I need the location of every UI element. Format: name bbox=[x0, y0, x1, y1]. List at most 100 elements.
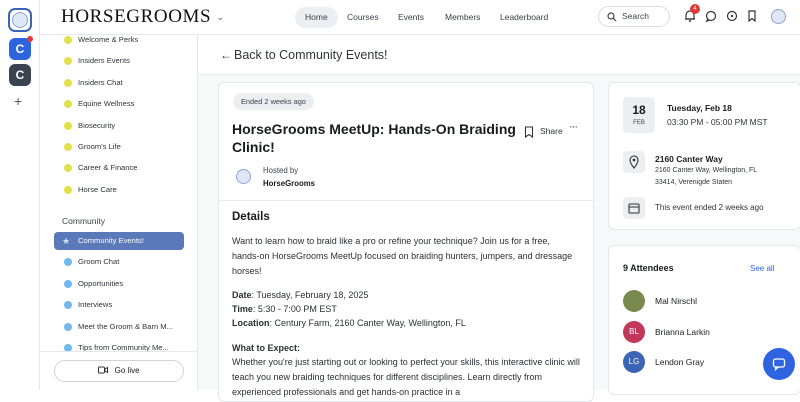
date-day: 18 bbox=[632, 103, 646, 117]
channel-dot-icon bbox=[64, 301, 72, 310]
date-label: Date bbox=[232, 290, 252, 300]
date-block: 18 FEB bbox=[623, 97, 655, 133]
channel-dot-icon bbox=[64, 322, 72, 331]
expect-heading: What to Expect: bbox=[232, 343, 301, 353]
search-icon bbox=[607, 12, 617, 22]
see-all-link[interactable]: See all bbox=[750, 264, 774, 273]
bookmark-icon bbox=[524, 126, 534, 139]
sidebar-item-label: Groom Chat bbox=[78, 257, 120, 267]
brand-logo[interactable]: HORSEGROOMS ⌄ bbox=[61, 6, 225, 28]
brand-name: HORSEGROOMS bbox=[61, 6, 212, 27]
sidebar-item[interactable]: Insiders Chat bbox=[54, 74, 184, 92]
time-label: Time bbox=[232, 304, 253, 314]
location-value: : Century Farm, 2160 Canter Way, Welling… bbox=[269, 318, 466, 328]
event-date-text: Tuesday, Feb 18 bbox=[667, 103, 732, 113]
map-pin-icon bbox=[629, 155, 639, 169]
messages-icon[interactable] bbox=[725, 9, 739, 23]
back-bar: ← Back to Community Events! bbox=[198, 35, 800, 75]
attendee-avatar[interactable]: LG bbox=[623, 351, 645, 373]
bookmark-button[interactable] bbox=[524, 125, 534, 143]
star-icon: ★ bbox=[62, 236, 71, 246]
notification-badge: 4 bbox=[690, 4, 700, 14]
sidebar-item[interactable]: Career & Finance bbox=[54, 159, 184, 177]
more-options-icon[interactable]: ··· bbox=[569, 121, 578, 133]
attendee-name[interactable]: Mal Nirschl bbox=[655, 296, 697, 306]
channel-dot-icon bbox=[64, 185, 72, 194]
sidebar-item[interactable]: Tips from Community Me... bbox=[54, 339, 184, 357]
chat-launcher-button[interactable] bbox=[763, 348, 795, 380]
community-letter: C bbox=[15, 68, 25, 82]
go-live-button[interactable]: Go live bbox=[54, 360, 184, 382]
time-value: : 5:30 - 7:00 PM EST bbox=[252, 304, 337, 314]
video-camera-icon bbox=[98, 366, 109, 374]
sidebar-item-label: Horse Care bbox=[78, 184, 117, 194]
venue-address-line1: 2160 Canter Way, Wellington, FL bbox=[655, 167, 758, 174]
nav-events[interactable]: Events bbox=[388, 7, 434, 28]
attendee-avatar[interactable]: BL bbox=[623, 320, 645, 343]
channel-dot-icon bbox=[64, 36, 72, 44]
attendee-avatar[interactable] bbox=[623, 290, 645, 312]
chevron-down-icon[interactable]: ⌄ bbox=[217, 12, 225, 22]
event-card: Ended 2 weeks ago HorseGrooms MeetUp: Ha… bbox=[218, 82, 594, 402]
main-content: ← Back to Community Events! Ended 2 week… bbox=[198, 35, 800, 402]
sidebar-item[interactable]: Meet the Groom & Barn M... bbox=[54, 318, 184, 336]
top-navigation: HORSEGROOMS ⌄ Home Courses Events Member… bbox=[40, 0, 800, 35]
location-pin-block bbox=[623, 151, 645, 173]
hosted-by-label: Hosted by bbox=[263, 166, 299, 175]
sidebar-item-label: Interviews bbox=[78, 300, 113, 310]
bookmark-icon[interactable] bbox=[745, 9, 759, 23]
chat-bubble-icon[interactable] bbox=[704, 9, 718, 23]
event-ended-note: This event ended 2 weeks ago bbox=[655, 203, 764, 212]
sidebar-item[interactable]: Groom Chat bbox=[54, 253, 184, 271]
community-switch-horsegrooms[interactable] bbox=[8, 8, 32, 32]
channel-dot-icon bbox=[64, 121, 72, 130]
bell-icon[interactable]: 4 bbox=[683, 4, 700, 23]
nav-members[interactable]: Members bbox=[435, 7, 490, 28]
sidebar-item[interactable]: Welcome & Perks bbox=[54, 35, 184, 49]
status-badge: Ended 2 weeks ago bbox=[233, 93, 314, 110]
sidebar-item[interactable]: Biosecurity bbox=[54, 117, 184, 135]
sidebar-item[interactable]: Interviews bbox=[54, 296, 184, 314]
date-month: FEB bbox=[633, 120, 645, 126]
calendar-block bbox=[623, 197, 645, 219]
venue-name: 2160 Canter Way bbox=[655, 154, 723, 164]
sidebar-item-label: Career & Finance bbox=[78, 163, 138, 173]
sidebar-item[interactable]: Groom's Life bbox=[54, 138, 184, 156]
share-button[interactable]: Share bbox=[540, 126, 563, 136]
community-switch-c-dark[interactable]: C bbox=[9, 64, 31, 86]
host-name[interactable]: HorseGrooms bbox=[263, 179, 315, 188]
back-link-label[interactable]: Back to Community Events! bbox=[234, 48, 388, 62]
attendee-name[interactable]: Brianna Larkin bbox=[655, 327, 710, 337]
nav-leaderboard[interactable]: Leaderboard bbox=[490, 7, 558, 28]
attendee-name[interactable]: Lendon Gray bbox=[655, 357, 704, 367]
calendar-icon bbox=[628, 203, 640, 214]
event-date: Date: Tuesday, February 18, 2025 bbox=[232, 288, 577, 303]
add-community-icon[interactable]: + bbox=[14, 93, 22, 109]
user-avatar[interactable] bbox=[771, 9, 786, 24]
sidebar-section-community: Community bbox=[62, 216, 105, 226]
event-intro: Want to learn how to braid like a pro or… bbox=[232, 236, 573, 276]
sidebar-item-label: Groom's Life bbox=[78, 142, 121, 151]
date-value: : Tuesday, February 18, 2025 bbox=[251, 290, 369, 300]
sidebar-item-label: Insiders Events bbox=[78, 56, 130, 66]
sidebar-item[interactable]: Horse Care bbox=[54, 181, 184, 199]
search-input[interactable]: Search bbox=[598, 6, 670, 27]
community-switch-c-blue[interactable]: C bbox=[9, 36, 33, 60]
attendees-heading: 9 Attendees bbox=[623, 263, 674, 273]
sidebar-item[interactable]: Opportunities bbox=[54, 275, 184, 293]
chat-bubble-icon bbox=[772, 358, 786, 371]
sidebar-item[interactable]: ★ Community Events! bbox=[54, 232, 184, 250]
sidebar-item[interactable]: Equine Wellness bbox=[54, 95, 184, 113]
channel-dot-icon bbox=[64, 279, 72, 288]
channel-dot-icon bbox=[64, 143, 72, 151]
sidebar-item-label: Welcome & Perks bbox=[78, 35, 139, 44]
nav-courses[interactable]: Courses bbox=[337, 7, 389, 28]
arrow-left-icon: ← bbox=[220, 48, 232, 62]
channel-dot-icon bbox=[64, 100, 72, 109]
event-time-text: 03:30 PM - 05:00 PM MST bbox=[667, 117, 768, 127]
sidebar-item[interactable]: Insiders Events bbox=[54, 52, 184, 70]
event-title: HorseGrooms MeetUp: Hands-On Braiding Cl… bbox=[232, 121, 516, 155]
nav-home[interactable]: Home bbox=[295, 7, 338, 28]
sidebar-item-label: Community Events! bbox=[78, 236, 144, 245]
channel-dot-icon bbox=[64, 164, 72, 173]
